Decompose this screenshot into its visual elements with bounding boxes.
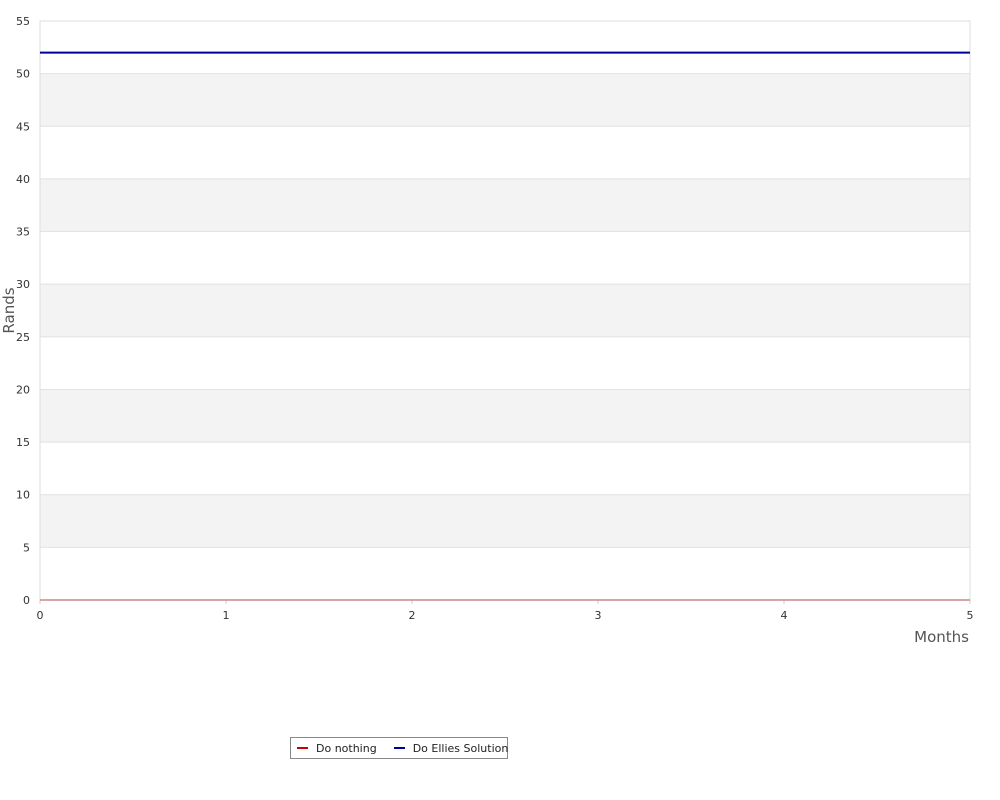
x-tick-label: 1 bbox=[223, 609, 230, 622]
x-tick-label: 2 bbox=[409, 609, 416, 622]
plot-band bbox=[40, 231, 970, 285]
x-axis-title: Months bbox=[914, 628, 969, 646]
y-axis-ticks: 0 5 10 15 20 25 30 35 40 45 50 55 bbox=[16, 15, 30, 607]
x-tick-label: 3 bbox=[595, 609, 602, 622]
x-tick-label: 0 bbox=[37, 609, 44, 622]
plot-band bbox=[40, 494, 970, 548]
x-axis-ticks: 0 1 2 3 4 5 bbox=[37, 600, 974, 622]
y-tick-label: 20 bbox=[16, 383, 30, 396]
plot-band bbox=[40, 126, 970, 179]
y-tick-label: 5 bbox=[23, 541, 30, 554]
y-tick-label: 35 bbox=[16, 226, 30, 239]
legend-swatch-do-ellies-solution bbox=[393, 747, 405, 749]
y-tick-label: 45 bbox=[16, 120, 30, 133]
y-tick-label: 55 bbox=[16, 15, 30, 28]
plot-band bbox=[40, 178, 970, 232]
plot-band bbox=[40, 284, 970, 337]
legend-item-do-nothing[interactable]: Do nothing bbox=[297, 742, 377, 755]
legend-swatch-do-nothing bbox=[297, 747, 308, 749]
y-axis-title: Rands bbox=[0, 287, 18, 333]
plot-band bbox=[40, 547, 970, 600]
plot-band bbox=[40, 442, 970, 495]
y-tick-label: 0 bbox=[23, 594, 30, 607]
y-tick-label: 10 bbox=[16, 489, 30, 502]
y-tick-label: 25 bbox=[16, 331, 30, 344]
y-tick-label: 30 bbox=[16, 278, 30, 291]
plot-bands bbox=[40, 21, 970, 600]
y-tick-label: 15 bbox=[16, 436, 30, 449]
x-tick-label: 4 bbox=[781, 609, 788, 622]
plot-band bbox=[40, 21, 970, 74]
legend: Do nothing Do Ellies Solution bbox=[290, 737, 508, 759]
legend-label: Do nothing bbox=[316, 741, 377, 755]
plot-band bbox=[40, 73, 970, 127]
plot-band bbox=[40, 336, 970, 390]
y-tick-label: 40 bbox=[16, 173, 30, 186]
plot-band bbox=[40, 389, 970, 443]
y-tick-label: 50 bbox=[16, 68, 30, 81]
legend-item-do-ellies-solution[interactable]: Do Ellies Solution bbox=[393, 741, 509, 755]
line-chart: 0510152025303540455055 012345 Rands Mont… bbox=[0, 15, 974, 646]
legend-label: Do Ellies Solution bbox=[412, 741, 509, 755]
x-tick-label: 5 bbox=[967, 609, 974, 622]
